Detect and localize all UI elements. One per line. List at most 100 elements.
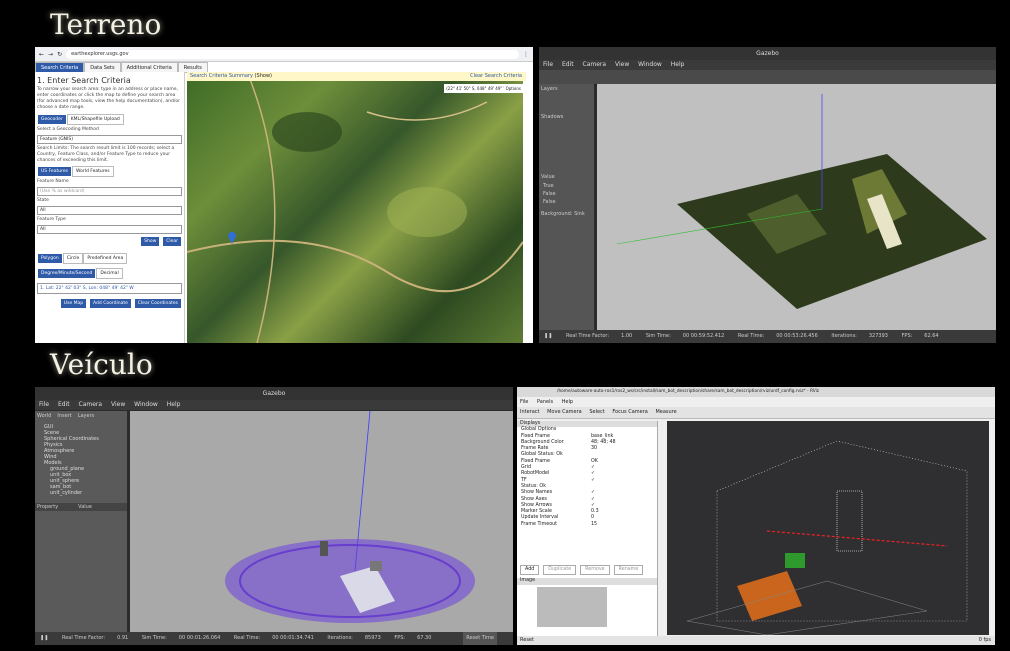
clear-search-criteria-link[interactable]: Clear Search Criteria	[470, 72, 522, 81]
state-select[interactable]: All	[37, 206, 182, 215]
reset-time-button[interactable]: Reset Time	[463, 632, 497, 645]
real-time-value: 00 00:53:26.456	[776, 333, 818, 339]
tab-dms[interactable]: Degree/Minute/Second	[38, 269, 96, 278]
tree-item[interactable]: unit_cylinder	[38, 490, 124, 496]
menu-file[interactable]: File	[520, 399, 528, 405]
tool-move-camera[interactable]: Move Camera	[547, 409, 582, 415]
forward-icon[interactable]: →	[48, 51, 53, 58]
duplicate-button[interactable]: Duplicate	[543, 565, 577, 576]
menu-file[interactable]: File	[39, 401, 49, 408]
pause-icon[interactable]: ❚❚	[544, 333, 552, 339]
gazebo-status-bar: ❚❚ Real Time Factor: 1.00 Sim Time: 00 00:…	[539, 330, 996, 343]
feature-type-select[interactable]: All	[37, 225, 182, 234]
tab-kml-upload[interactable]: KML/Shapefile Upload	[66, 114, 124, 125]
sidebar-item-true[interactable]: True	[539, 182, 594, 190]
add-button[interactable]: Add	[520, 565, 540, 576]
pointcloud-scene	[686, 440, 968, 636]
gazebo-terrain-window: Gazebo File Edit Camera View Window Help…	[539, 47, 996, 343]
tab-polygon[interactable]: Polygon	[38, 254, 62, 263]
summary-show-link[interactable]: (Show)	[255, 73, 272, 79]
terrain-heading: Terreno	[50, 8, 162, 41]
menu-file[interactable]: File	[543, 61, 553, 68]
search-summary-bar: Search Criteria Summary (Show) Clear Sea…	[187, 72, 526, 81]
tab-world[interactable]: World	[37, 413, 51, 419]
use-map-button[interactable]: Use Map	[60, 299, 87, 308]
tool-measure[interactable]: Measure	[655, 409, 676, 415]
display-row[interactable]: Frame Timeout 15	[517, 522, 657, 528]
fps-label: FPS:	[394, 635, 406, 641]
menu-help[interactable]: Help	[167, 401, 181, 408]
sidebar-item-value: Value	[541, 174, 555, 180]
menu-help[interactable]: Help	[671, 61, 685, 68]
sidebar-item-false-2[interactable]: False	[539, 198, 594, 206]
tab-us-features[interactable]: US Features	[38, 167, 71, 176]
sidebar-tab-layers[interactable]: Layers	[539, 84, 594, 94]
gazebo-viewport-2[interactable]	[130, 410, 513, 633]
tool-select[interactable]: Select	[589, 409, 604, 415]
coordinate-entry[interactable]: 1. Lat: 22° 42' 03" S, Lon: 048° 49' 42"…	[37, 283, 182, 294]
sidebar-item-false[interactable]: False	[539, 190, 594, 198]
menu-edit[interactable]: Edit	[562, 61, 574, 68]
rviz-window: /home/autoware-auto-ros1/ros2_ws/src/ins…	[517, 387, 995, 645]
reset-button[interactable]: Reset	[520, 637, 534, 643]
menu-edit[interactable]: Edit	[58, 401, 70, 408]
tab-decimal[interactable]: Decimal	[96, 268, 123, 279]
tab-world-features[interactable]: World Features	[71, 166, 114, 177]
pause-icon[interactable]: ❚❚	[40, 635, 48, 641]
menu-view[interactable]: View	[615, 61, 629, 68]
geocoding-select[interactable]: Feature (GNIS)	[37, 135, 182, 144]
feature-name-label: Feature Name	[37, 179, 69, 184]
menu-window[interactable]: Window	[134, 401, 158, 408]
search-sidebar: 1. Enter Search Criteria To narrow your …	[35, 72, 185, 343]
back-icon[interactable]: ←	[39, 51, 44, 58]
menu-view[interactable]: View	[111, 401, 125, 408]
tab-layers[interactable]: Layers	[78, 413, 95, 419]
value-col: Value	[78, 504, 92, 510]
tab-predefined-area[interactable]: Predefined Area	[83, 253, 128, 264]
menu-camera[interactable]: Camera	[79, 401, 103, 408]
terrain-scene	[616, 94, 987, 309]
add-coordinate-button[interactable]: Add Coordinate	[90, 299, 131, 308]
rtf-value: 1.00	[621, 333, 633, 339]
rviz-3d-view[interactable]	[667, 421, 989, 636]
menu-panels[interactable]: Panels	[537, 399, 553, 405]
map-options-button[interactable]: Options	[503, 84, 523, 93]
real-time-value: 00 00:01:34.741	[272, 635, 314, 641]
tab-geocoder[interactable]: Geocoder	[38, 115, 66, 124]
fps-value: 67.30	[417, 635, 432, 641]
rename-button[interactable]: Rename	[613, 565, 644, 576]
address-bar[interactable]: earthexplorer.usgs.gov	[66, 49, 519, 59]
menu-icon[interactable]: ⋮	[523, 51, 529, 58]
sidebar-item-background: Background: Sink	[541, 211, 585, 217]
tool-focus-camera[interactable]: Focus Camera	[612, 409, 648, 415]
feature-type-label: Feature Type	[37, 217, 66, 222]
reload-icon[interactable]: ↻	[57, 51, 62, 58]
state-label: State	[37, 198, 49, 203]
feature-name-input[interactable]: (Use % as wildcard)	[37, 187, 182, 196]
property-col: Property	[37, 504, 59, 510]
map-pin-icon[interactable]	[227, 230, 237, 244]
rviz-title: /home/autoware-auto-ros1/ros2_ws/src/ins…	[517, 387, 995, 397]
map-fields	[186, 71, 524, 343]
menu-window[interactable]: Window	[638, 61, 662, 68]
world-sidebar: Layers Shadows Value True False False Ba…	[539, 84, 594, 330]
menu-help[interactable]: Help	[562, 399, 573, 405]
show-button[interactable]: Show	[141, 237, 160, 246]
clear-coordinates-button[interactable]: Clear Coordinates	[134, 299, 181, 308]
remove-button[interactable]: Remove	[580, 565, 610, 576]
property-header: Property Value	[35, 503, 127, 511]
sim-time-value: 00 00:01:26.064	[178, 635, 221, 641]
fps-value: 62.64	[924, 333, 939, 339]
search-limits-text: Search Limits: The search result limit i…	[37, 146, 175, 163]
tab-insert[interactable]: Insert	[57, 413, 71, 419]
iterations-label: Iterations:	[327, 635, 353, 641]
tab-circle[interactable]: Circle	[62, 253, 84, 264]
menu-camera[interactable]: Camera	[583, 61, 607, 68]
map-coordinate-readout: (22° 41' 50" S, 048° 49' 49" W)	[444, 84, 511, 93]
gazebo-viewport[interactable]	[597, 84, 996, 330]
rtf-value: 0.91	[117, 635, 129, 641]
satellite-map[interactable]: (22° 41' 50" S, 048° 49' 49" W) Options	[186, 71, 524, 343]
clear-button[interactable]: Clear	[163, 237, 181, 246]
gazebo-vehicle-window: Gazebo File Edit Camera View Window Help…	[35, 387, 513, 645]
tool-interact[interactable]: Interact	[520, 409, 540, 415]
